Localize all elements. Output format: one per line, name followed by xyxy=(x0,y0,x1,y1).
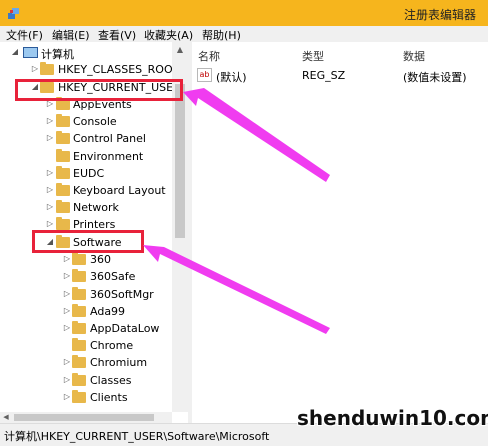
value-row[interactable]: ab (默认) REG_SZ (数值未设置) xyxy=(192,67,488,84)
tree-label: Keyboard Layout xyxy=(73,184,166,197)
column-header-name[interactable]: 名称 xyxy=(198,48,220,64)
folder-icon xyxy=(56,200,70,213)
expand-icon[interactable]: ▷ xyxy=(62,357,72,367)
tree-label: Environment xyxy=(73,150,144,163)
tree-label: Control Panel xyxy=(73,132,146,145)
value-data: (数值未设置) xyxy=(403,71,467,84)
folder-icon xyxy=(56,183,70,196)
folder-icon xyxy=(72,338,86,351)
menu-favorites[interactable]: 收藏夹(A) xyxy=(144,27,193,43)
highlight-hkcu xyxy=(15,79,183,101)
folder-icon xyxy=(56,217,70,230)
menu-view[interactable]: 查看(V) xyxy=(98,27,136,43)
tree-label: Ada99 xyxy=(90,305,126,318)
tree-label: Classes xyxy=(90,374,132,387)
folder-icon xyxy=(72,269,86,282)
expand-icon[interactable]: ▷ xyxy=(62,306,72,316)
column-header-type[interactable]: 类型 xyxy=(302,48,324,64)
expand-icon[interactable]: ▷ xyxy=(62,254,72,264)
tree-label: 计算机 xyxy=(41,48,74,61)
folder-icon xyxy=(56,166,70,179)
string-value-icon: ab xyxy=(197,68,212,82)
expand-icon[interactable] xyxy=(45,151,55,161)
collapse-icon[interactable]: ◢ xyxy=(10,47,20,57)
folder-icon xyxy=(56,114,70,127)
folder-icon xyxy=(40,62,54,75)
folder-icon xyxy=(72,321,86,334)
value-type: REG_SZ xyxy=(302,69,346,82)
tree-label: HKEY_CLASSES_ROOT xyxy=(58,63,180,76)
value-name: (默认) xyxy=(216,71,247,84)
expand-icon[interactable]: ▷ xyxy=(62,392,72,402)
folder-icon xyxy=(56,149,70,162)
highlight-software xyxy=(32,230,144,253)
tree-label: Chromium xyxy=(90,356,148,369)
status-path: 计算机\HKEY_CURRENT_USER\Software\Microsoft xyxy=(4,430,270,443)
tree-label: 360SoftMgr xyxy=(90,288,154,301)
expand-icon[interactable]: ▷ xyxy=(62,271,72,281)
tree-label: Clients xyxy=(90,391,128,404)
scroll-up-icon[interactable]: ▲ xyxy=(172,42,188,58)
expand-icon[interactable]: ▷ xyxy=(45,116,55,126)
folder-icon xyxy=(56,131,70,144)
folder-icon xyxy=(72,287,86,300)
expand-icon[interactable]: ▷ xyxy=(45,185,55,195)
column-header-data[interactable]: 数据 xyxy=(403,48,425,64)
menu-bar: 文件(F) 编辑(E) 查看(V) 收藏夹(A) 帮助(H) xyxy=(0,26,488,43)
expand-icon[interactable]: ▷ xyxy=(30,64,40,74)
registry-editor-icon xyxy=(8,8,19,19)
tree-label: 360 xyxy=(90,253,111,266)
folder-icon xyxy=(72,252,86,265)
tree-label: AppDataLow xyxy=(90,322,160,335)
scroll-thumb[interactable] xyxy=(175,84,185,238)
expand-icon[interactable]: ▷ xyxy=(45,133,55,143)
expand-icon[interactable]: ▷ xyxy=(62,323,72,333)
expand-icon[interactable]: ▷ xyxy=(62,289,72,299)
values-list[interactable]: 名称 类型 数据 ab (默认) REG_SZ (数值未设置) xyxy=(192,42,488,423)
folder-icon xyxy=(72,355,86,368)
menu-help[interactable]: 帮助(H) xyxy=(202,27,241,43)
scroll-left-icon[interactable]: ◀ xyxy=(0,412,12,423)
scroll-thumb-horizontal[interactable] xyxy=(14,414,154,421)
expand-icon[interactable]: ▷ xyxy=(45,168,55,178)
expand-icon[interactable]: ▷ xyxy=(45,219,55,229)
expand-icon[interactable]: ▷ xyxy=(45,202,55,212)
expand-icon[interactable]: ▷ xyxy=(62,375,72,385)
tree-label: Console xyxy=(73,115,117,128)
title-bar: 注册表编辑器 xyxy=(0,0,488,26)
tree-label: Network xyxy=(73,201,119,214)
watermark: shenduwin10.com xyxy=(297,406,488,430)
menu-file[interactable]: 文件(F) xyxy=(6,27,43,43)
window-title: 注册表编辑器 xyxy=(403,8,476,22)
horizontal-scrollbar[interactable]: ◀ xyxy=(0,412,172,423)
folder-icon xyxy=(72,390,86,403)
expand-icon[interactable] xyxy=(62,340,72,350)
folder-icon xyxy=(72,373,86,386)
tree-label: Chrome xyxy=(90,339,134,352)
computer-icon xyxy=(23,47,38,58)
menu-edit[interactable]: 编辑(E) xyxy=(52,27,90,43)
tree-label: 360Safe xyxy=(90,270,136,283)
folder-icon xyxy=(72,304,86,317)
tree-label: EUDC xyxy=(73,167,105,180)
